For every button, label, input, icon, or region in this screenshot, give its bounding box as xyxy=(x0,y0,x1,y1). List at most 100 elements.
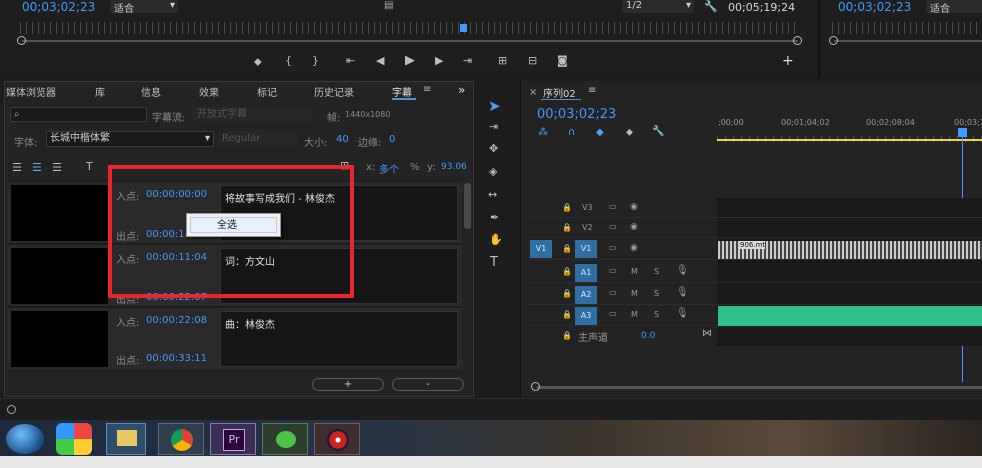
slip-tool-icon[interactable]: ↔ xyxy=(488,189,497,200)
source-fit-select[interactable]: 适合 ▾ xyxy=(110,0,178,15)
snap-icon[interactable]: ⁂ xyxy=(538,127,548,138)
eye-icon[interactable]: ◉ xyxy=(630,222,638,232)
audio-clip[interactable] xyxy=(718,306,982,326)
source-playhead[interactable] xyxy=(460,24,467,32)
sync-icon[interactable]: ▭ xyxy=(609,266,617,275)
timeline-timecode[interactable]: 00;03;02;23 xyxy=(537,107,616,122)
size-value[interactable]: 40 xyxy=(336,134,349,145)
caption-text-field[interactable]: 曲：林俊杰 xyxy=(220,311,458,367)
mark-out-icon[interactable]: } xyxy=(312,55,319,66)
tab-info[interactable]: 信息 xyxy=(141,84,161,99)
taskbar-app-chrome[interactable] xyxy=(158,423,204,455)
zoom-handle-left[interactable] xyxy=(17,36,26,45)
remove-caption-button[interactable]: - xyxy=(392,378,464,391)
source-scrub-ruler[interactable] xyxy=(20,22,798,34)
go-to-in-icon[interactable]: ⇤ xyxy=(346,55,355,66)
type-tool-icon[interactable]: T xyxy=(490,256,498,269)
ripple-edit-tool-icon[interactable]: ✥ xyxy=(489,143,498,154)
tab-history[interactable]: 历史记录 xyxy=(314,84,354,99)
solo-button[interactable]: S xyxy=(654,267,659,276)
microphone-icon[interactable]: 🎙 xyxy=(676,265,689,276)
mute-button[interactable]: M xyxy=(631,289,638,298)
selection-tool-icon[interactable]: ➤ xyxy=(488,97,501,115)
insert-icon[interactable]: ⊞ xyxy=(498,55,507,66)
tab-media-browser[interactable]: 媒体浏览器 xyxy=(6,84,56,99)
lock-icon[interactable]: 🔒 xyxy=(562,203,572,212)
playhead-handle[interactable] xyxy=(958,128,967,137)
chevron-right-double-icon[interactable]: » xyxy=(458,83,465,97)
master-track-value[interactable]: 0.0 xyxy=(641,331,655,341)
master-end-icon[interactable]: ⋈ xyxy=(702,328,712,339)
play-icon[interactable]: ▶ xyxy=(405,54,415,67)
lock-icon[interactable]: 🔒 xyxy=(562,267,572,276)
overwrite-icon[interactable]: ⊟ xyxy=(528,55,537,66)
right-fit-select[interactable]: 适合 xyxy=(926,0,982,15)
taskbar-app-pinwheel[interactable] xyxy=(56,423,92,455)
step-forward-icon[interactable]: ▶ xyxy=(435,55,443,66)
sync-icon[interactable]: ▭ xyxy=(609,202,617,211)
taskbar-app-explorer[interactable] xyxy=(106,423,146,455)
program-page-select[interactable]: 1/2 ▾ xyxy=(622,0,694,13)
lock-icon[interactable]: 🔒 xyxy=(562,331,572,340)
lock-icon[interactable]: 🔒 xyxy=(562,289,572,298)
sync-icon[interactable]: ▭ xyxy=(609,243,617,252)
work-area-bar[interactable] xyxy=(717,139,982,141)
add-button-icon[interactable]: + xyxy=(782,54,794,68)
pen-tool-icon[interactable]: ✒ xyxy=(490,212,499,223)
solo-button[interactable]: S xyxy=(654,289,659,298)
sync-icon[interactable]: ▭ xyxy=(609,288,617,297)
source-timecode[interactable]: 00;03;02;23 xyxy=(22,0,95,14)
out-point-value[interactable]: 00:00:33:11 xyxy=(146,353,207,364)
stream-select[interactable]: 开放式字幕 xyxy=(193,107,313,122)
lock-icon[interactable]: 🔒 xyxy=(562,310,572,319)
start-button[interactable] xyxy=(6,424,44,454)
timeline-zoom-bar[interactable] xyxy=(537,386,982,389)
align-left-icon[interactable]: ☰ xyxy=(12,162,22,173)
hamburger-menu-icon[interactable]: ≡ xyxy=(588,85,596,96)
marker-icon[interactable]: ⬥ xyxy=(626,127,633,138)
camera-icon[interactable]: ◙ xyxy=(557,55,568,66)
zoom-handle-left[interactable] xyxy=(531,382,540,391)
microphone-icon[interactable]: 🎙 xyxy=(676,287,689,298)
source-patch-v1[interactable]: V1 xyxy=(530,240,552,258)
sequence-tab[interactable]: 序列02 xyxy=(543,85,576,100)
source-zoom-bar[interactable] xyxy=(22,40,798,42)
go-to-out-icon[interactable]: ⇥ xyxy=(463,55,472,66)
taskbar-app-wechat[interactable] xyxy=(262,423,308,455)
right-timecode[interactable]: 00;03;02;23 xyxy=(838,0,911,14)
eye-icon[interactable]: ◉ xyxy=(630,202,638,212)
mark-in-icon[interactable]: { xyxy=(285,55,292,66)
sync-icon[interactable]: ▭ xyxy=(609,222,617,231)
add-caption-button[interactable]: + xyxy=(312,378,384,391)
y-value[interactable]: 93.06 xyxy=(441,162,467,172)
in-point-value[interactable]: 00:00:22:08 xyxy=(146,315,207,326)
text-format-icon[interactable]: T xyxy=(86,161,93,172)
right-scrub-ruler[interactable] xyxy=(832,22,982,34)
taskbar-app-eye[interactable] xyxy=(314,423,360,455)
align-right-icon[interactable]: ☰ xyxy=(52,162,62,173)
align-center-icon[interactable]: ☰ xyxy=(32,162,42,173)
track-target-v1[interactable]: V1 xyxy=(575,240,597,258)
razor-tool-icon[interactable]: ◈ xyxy=(489,166,497,177)
select-all-menu-item[interactable]: 全选 xyxy=(190,217,277,233)
right-zoom-bar[interactable] xyxy=(834,40,982,42)
caption-list-scrollbar[interactable] xyxy=(464,183,471,229)
marker-icon[interactable]: ⬥ xyxy=(254,56,262,67)
wrench-icon[interactable]: 🔧 xyxy=(652,126,664,137)
edge-value[interactable]: 0 xyxy=(389,134,395,145)
lock-icon[interactable]: 🔒 xyxy=(562,223,572,232)
tab-markers[interactable]: 标记 xyxy=(257,84,277,99)
font-select[interactable]: 长城中楷体繁 ▾ xyxy=(46,131,214,147)
taskbar-app-premiere[interactable]: Pr xyxy=(210,423,256,455)
tab-effects[interactable]: 效果 xyxy=(199,84,219,99)
zoom-handle-left[interactable] xyxy=(829,36,838,45)
tab-captions[interactable]: 字幕 xyxy=(392,84,412,99)
track-select-tool-icon[interactable]: ⇥ xyxy=(489,121,498,132)
sync-icon[interactable]: ▭ xyxy=(609,309,617,318)
track-target-a1[interactable]: A1 xyxy=(575,264,597,282)
eye-icon[interactable]: ◉ xyxy=(630,243,638,253)
linked-selection-icon[interactable]: ◆ xyxy=(596,127,604,138)
step-back-icon[interactable]: ◀ xyxy=(376,55,384,66)
close-icon[interactable]: × xyxy=(529,87,537,98)
mute-button[interactable]: M xyxy=(631,267,638,276)
